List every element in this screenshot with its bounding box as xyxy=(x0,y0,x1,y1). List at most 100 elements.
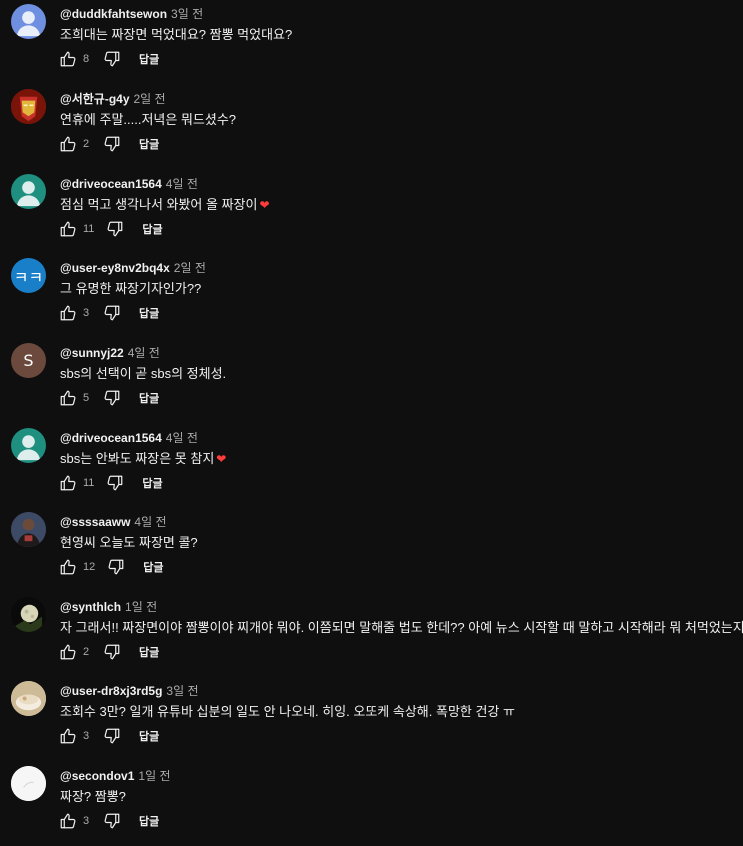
comment-time[interactable]: 4일 전 xyxy=(134,515,166,529)
thumb-up-icon xyxy=(59,643,77,661)
author-name[interactable]: @secondov1 xyxy=(60,769,134,783)
thumb-up-icon xyxy=(59,50,77,68)
like-button[interactable] xyxy=(59,389,77,407)
like-button[interactable] xyxy=(59,727,77,745)
reply-button[interactable]: 답글 xyxy=(139,51,159,67)
reply-button[interactable]: 답글 xyxy=(142,475,162,491)
reply-button[interactable]: 답글 xyxy=(139,644,159,660)
dislike-button[interactable] xyxy=(103,135,121,153)
comment-body: 짜장? 짬뽕? xyxy=(60,789,126,804)
avatar[interactable] xyxy=(11,428,46,463)
comment-header: @ssssaaww 4일 전 xyxy=(60,513,167,530)
avatar[interactable] xyxy=(11,681,46,716)
author-name[interactable]: @user-ey8nv2bq4x xyxy=(60,261,170,275)
reply-button[interactable]: 답글 xyxy=(139,305,159,321)
author-name[interactable]: @driveocean1564 xyxy=(60,177,162,191)
avatar[interactable] xyxy=(11,766,46,801)
thumb-up-icon xyxy=(59,727,77,745)
avatar[interactable] xyxy=(11,512,46,547)
dislike-button[interactable] xyxy=(103,304,121,322)
comment-time[interactable]: 3일 전 xyxy=(171,7,203,21)
reply-button[interactable]: 답글 xyxy=(139,728,159,744)
thumb-down-icon xyxy=(103,50,121,68)
dislike-button[interactable] xyxy=(103,812,121,830)
thumb-down-icon xyxy=(106,220,124,238)
comment-item: @synthlch 1일 전자 그래서!! 짜장면이야 짬뽕이야 찌개야 뭐야. … xyxy=(0,593,743,677)
comment-header: @서한규-g4y 2일 전 xyxy=(60,90,166,107)
comment-text: 조희대는 짜장면 먹었대요? 짬뽕 먹었대요? xyxy=(60,24,292,43)
dislike-button[interactable] xyxy=(103,643,121,661)
comment-item: ㅋㅋ @user-ey8nv2bq4x 2일 전그 유명한 짜장기자인가?? 3 답글 xyxy=(0,254,743,338)
like-count: 2 xyxy=(83,646,90,658)
dislike-button[interactable] xyxy=(107,558,125,576)
reply-button[interactable]: 답글 xyxy=(139,390,159,406)
comment-body: 점심 먹고 생각나서 와봤어 올 짜장이 xyxy=(60,197,258,212)
dislike-button[interactable] xyxy=(106,474,124,492)
like-count: 3 xyxy=(83,815,90,827)
comment-time[interactable]: 1일 전 xyxy=(125,600,157,614)
comment-time[interactable]: 4일 전 xyxy=(128,346,160,360)
avatar[interactable]: S xyxy=(11,343,46,378)
like-button[interactable] xyxy=(59,643,77,661)
dislike-button[interactable] xyxy=(103,727,121,745)
comment-actions: 11 답글 xyxy=(59,220,163,238)
comment-actions: 2 답글 xyxy=(59,135,159,153)
comment-body: sbs는 안봐도 짜장은 못 참지 xyxy=(60,451,215,466)
like-count: 3 xyxy=(83,307,90,319)
author-name[interactable]: @synthlch xyxy=(60,600,121,614)
reply-button[interactable]: 답글 xyxy=(139,136,159,152)
comment-time[interactable]: 1일 전 xyxy=(138,769,170,783)
avatar[interactable] xyxy=(11,89,46,124)
comment-time[interactable]: 2일 전 xyxy=(134,92,166,106)
reply-button[interactable]: 답글 xyxy=(143,559,163,575)
comment-header: @driveocean1564 4일 전 xyxy=(60,175,198,192)
like-button[interactable] xyxy=(59,135,77,153)
author-name[interactable]: @ssssaaww xyxy=(60,515,130,529)
like-count: 11 xyxy=(83,477,95,489)
comment-body: 그 유명한 짜장기자인가?? xyxy=(60,281,202,296)
comment-item: @driveocean1564 4일 전점심 먹고 생각나서 와봤어 올 짜장이 ❤… xyxy=(0,170,743,254)
author-name[interactable]: @duddkfahtsewon xyxy=(60,7,167,21)
author-name[interactable]: @sunnyj22 xyxy=(60,346,124,360)
comment-body: 조회수 3만? 일개 유튜바 십분의 일도 안 나오네. 히잉. 오또케 속상해… xyxy=(60,704,515,719)
avatar[interactable]: ㅋㅋ xyxy=(11,258,46,293)
heart-emoji: ❤ xyxy=(259,198,270,212)
avatar[interactable] xyxy=(11,597,46,632)
comment-actions: 3 답글 xyxy=(59,727,159,745)
avatar-letter: S xyxy=(23,351,34,370)
like-button[interactable] xyxy=(59,220,77,238)
comment-item: @서한규-g4y 2일 전연휴에 주말.....저녁은 뭐드셨수? 2 답글 xyxy=(0,85,743,169)
comment-time[interactable]: 3일 전 xyxy=(166,684,198,698)
like-button[interactable] xyxy=(59,50,77,68)
comment-body: 연휴에 주말.....저녁은 뭐드셨수? xyxy=(60,112,237,127)
like-button[interactable] xyxy=(59,558,77,576)
reply-button[interactable]: 답글 xyxy=(139,813,159,829)
comment-time[interactable]: 2일 전 xyxy=(174,261,206,275)
author-name[interactable]: @user-dr8xj3rd5g xyxy=(60,684,162,698)
comment-item: @driveocean1564 4일 전 sbs는 안봐도 짜장은 못 참지 ❤ 11 답… xyxy=(0,424,743,508)
reply-button[interactable]: 답글 xyxy=(142,221,162,237)
comment-actions: 5 답글 xyxy=(59,389,159,407)
comment-actions: 2 답글 xyxy=(59,643,159,661)
comment-text: 자 그래서!! 짜장면이야 짬뽕이야 찌개야 뭐야. 이쯤되면 말해줄 법도 한… xyxy=(60,617,743,636)
heart-emoji: ❤ xyxy=(216,452,227,466)
author-name[interactable]: @서한규-g4y xyxy=(60,92,130,106)
like-button[interactable] xyxy=(59,812,77,830)
dislike-button[interactable] xyxy=(106,220,124,238)
like-button[interactable] xyxy=(59,474,77,492)
author-name[interactable]: @driveocean1564 xyxy=(60,431,162,445)
comment-header: @sunnyj22 4일 전 xyxy=(60,344,160,361)
dislike-button[interactable] xyxy=(103,389,121,407)
comment-body: sbs의 선택이 곧 sbs의 정체성. xyxy=(60,366,227,381)
like-count: 3 xyxy=(83,730,90,742)
dislike-button[interactable] xyxy=(103,50,121,68)
like-button[interactable] xyxy=(59,304,77,322)
comment-header: @user-ey8nv2bq4x 2일 전 xyxy=(60,259,206,276)
thumb-down-icon xyxy=(106,474,124,492)
comment-time[interactable]: 4일 전 xyxy=(166,431,198,445)
comment-time[interactable]: 4일 전 xyxy=(166,177,198,191)
thumb-down-icon xyxy=(103,304,121,322)
avatar[interactable] xyxy=(11,4,46,39)
comment-text: 연휴에 주말.....저녁은 뭐드셨수? xyxy=(60,109,236,128)
avatar[interactable] xyxy=(11,174,46,209)
